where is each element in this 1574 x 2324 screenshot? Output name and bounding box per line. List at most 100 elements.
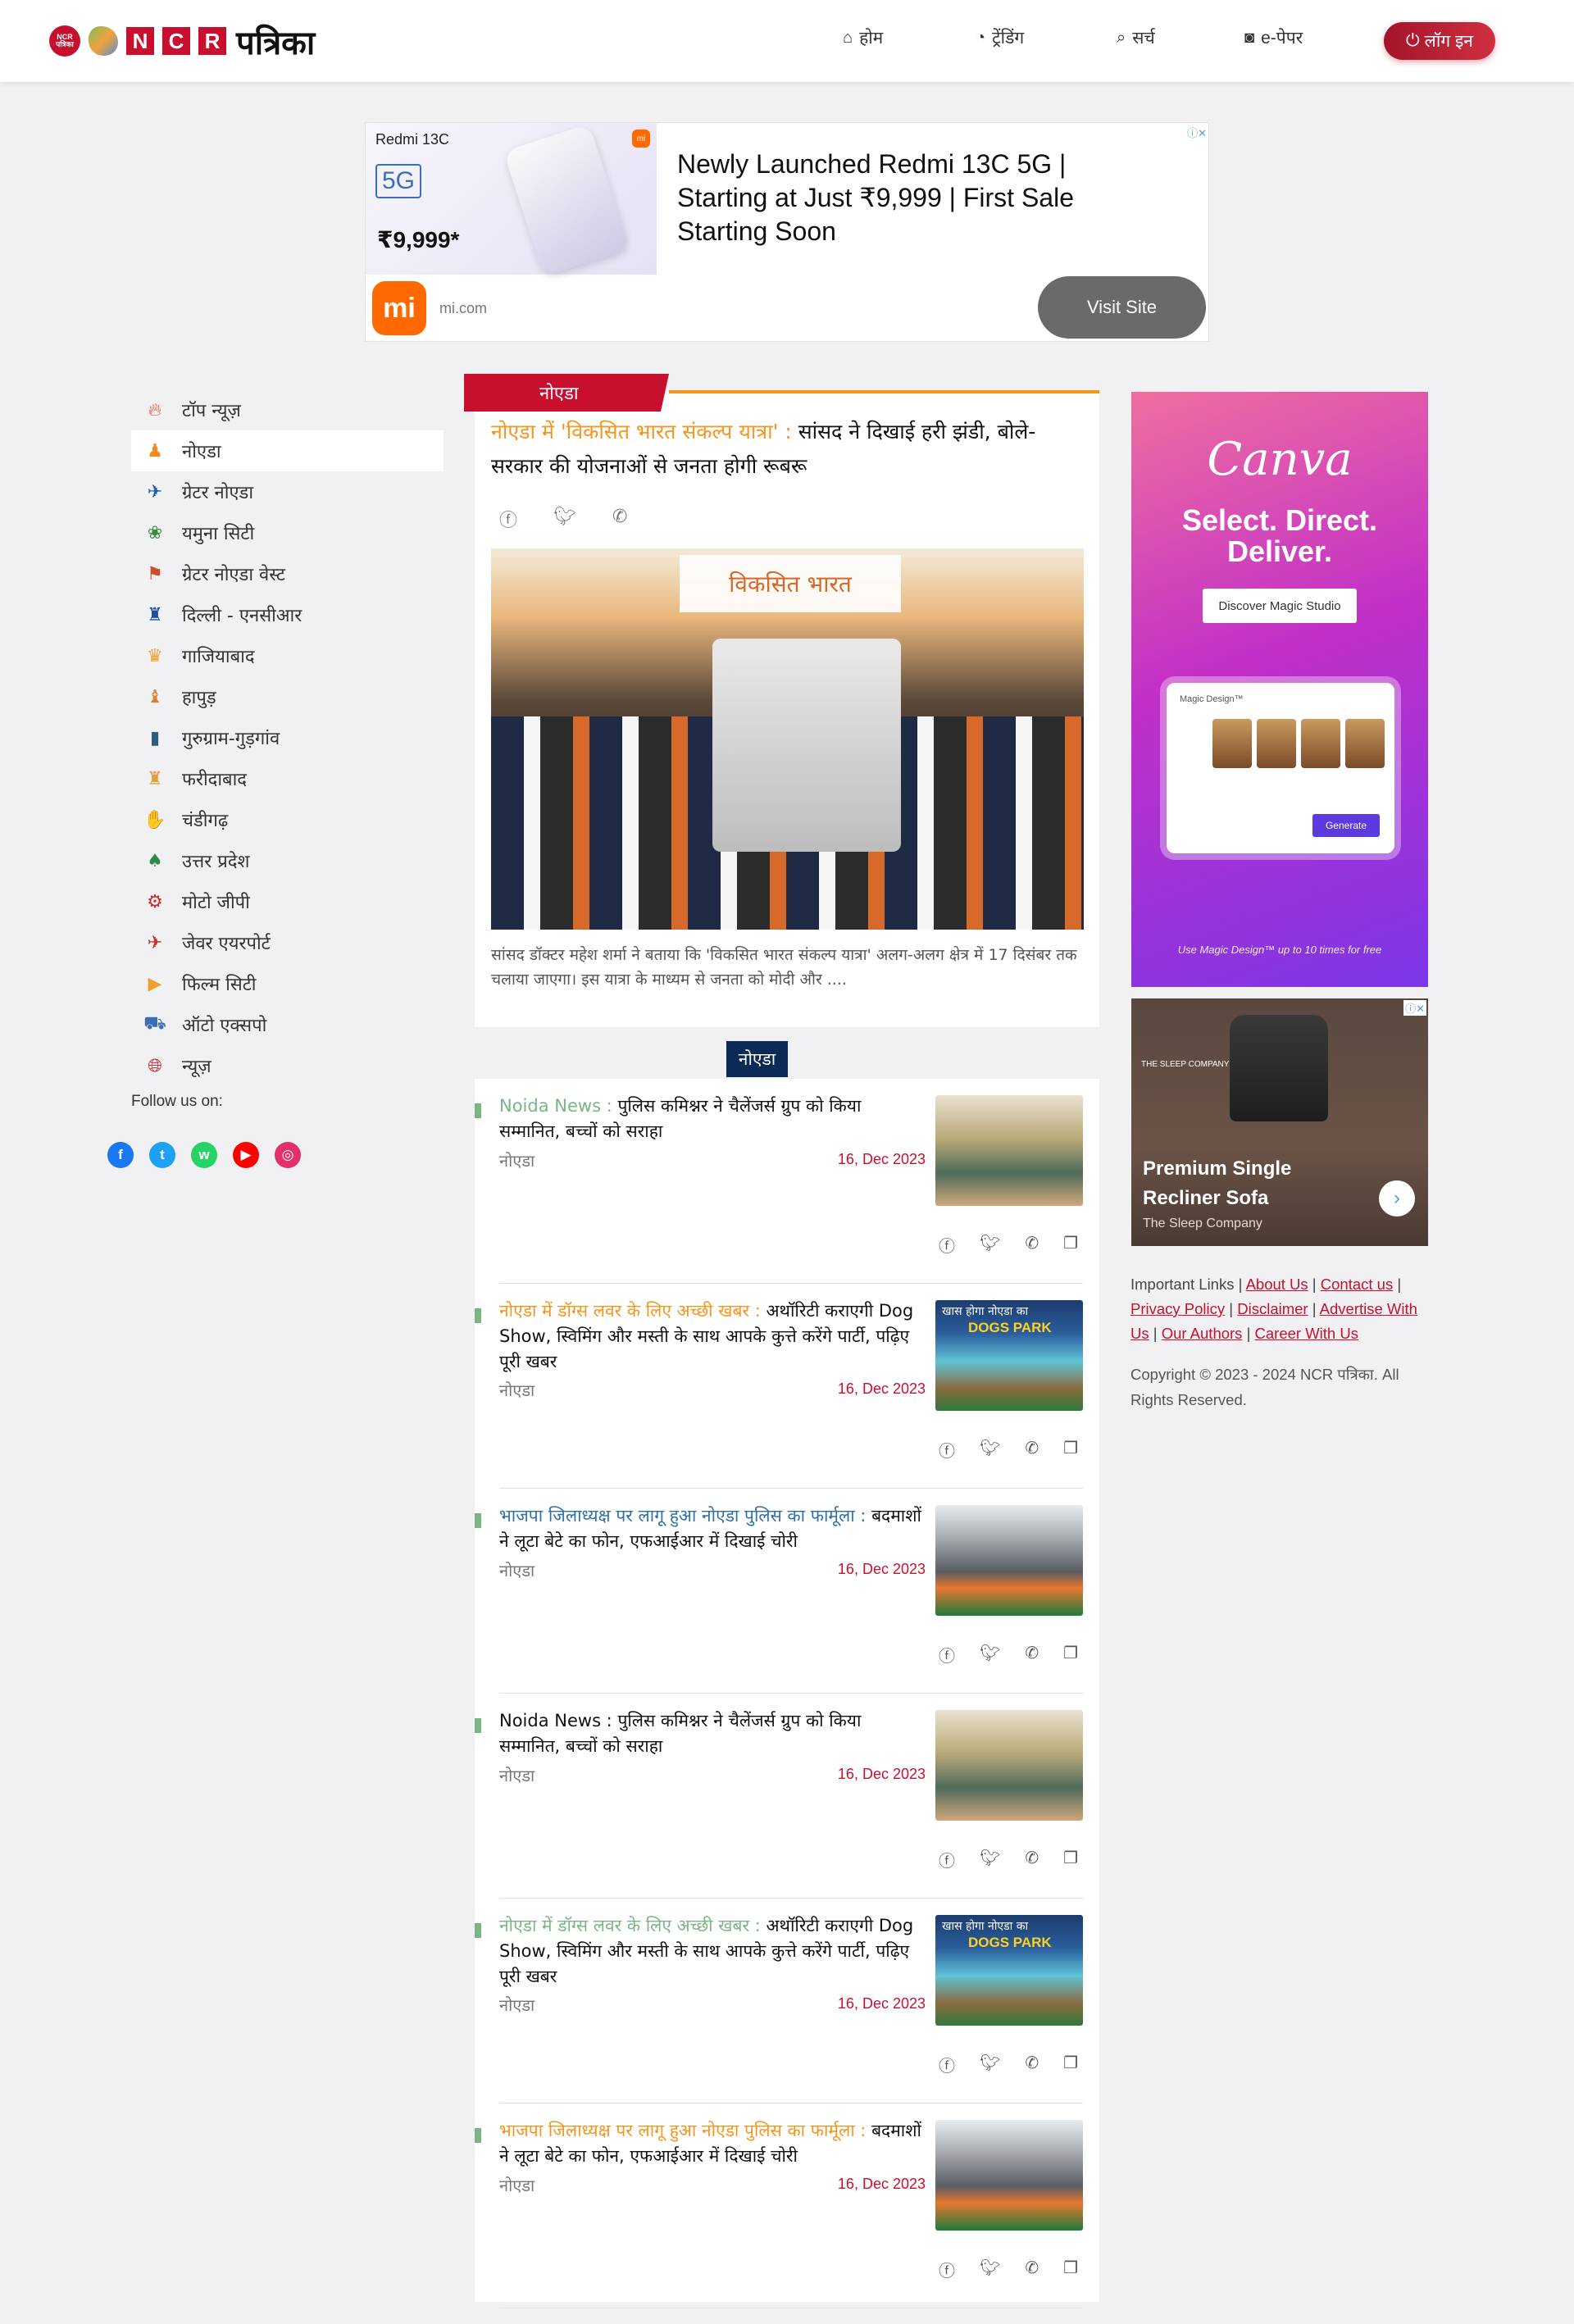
sidebar-item[interactable]: ♜ दिल्ली - एनसीआर (131, 594, 444, 635)
news-category[interactable]: नोएडा (499, 1559, 535, 1581)
news-thumbnail[interactable] (935, 1095, 1083, 1206)
copy-icon[interactable]: ❐ (1063, 2258, 1078, 2281)
whatsapp-icon[interactable]: ✆ (1025, 1233, 1039, 1257)
sidebar-item[interactable]: ♜ फरीदाबाद (131, 758, 444, 799)
nav-trending[interactable]: ◔ ट्रेंडिंग (976, 26, 1024, 49)
news-category[interactable]: नोएडा (499, 1764, 535, 1786)
facebook-icon[interactable]: ⓕ (939, 2258, 955, 2281)
news-headline[interactable]: भाजपा जिलाध्यक्ष पर लागू हुआ नोएडा पुलिस… (499, 2118, 926, 2169)
copy-icon[interactable]: ❐ (1063, 1848, 1078, 1871)
twitter-icon[interactable]: 🐦︎ (980, 1438, 1000, 1462)
twitter-icon[interactable]: 🐦︎ (980, 1848, 1000, 1871)
whatsapp-icon[interactable]: ✆ (1025, 1848, 1039, 1871)
whatsapp-icon[interactable]: w (191, 1142, 217, 1168)
list-category-tag[interactable]: नोएडा (726, 1041, 788, 1077)
news-list-item[interactable]: नोएडा में डॉग्स लवर के लिए अच्छी खबर : अ… (475, 1284, 1099, 1489)
news-date: 16, Dec 2023 (837, 1151, 926, 1167)
lead-headline[interactable]: नोएडा में 'विकसित भारत संकल्प यात्रा' : … (491, 415, 1081, 484)
whatsapp-icon[interactable]: ✆ (1025, 2258, 1039, 2281)
whatsapp-icon[interactable]: ✆ (1025, 1438, 1039, 1462)
news-list-item[interactable]: नोएडा में डॉग्स लवर के लिए अच्छी खबर : अ… (475, 1899, 1099, 2103)
copy-icon[interactable]: ❐ (1063, 1233, 1078, 1257)
link-privacy-policy[interactable]: Privacy Policy (1130, 1300, 1225, 1317)
nav-epaper[interactable]: ◙ e-पेपर (1244, 26, 1303, 49)
sidebar-item[interactable]: ✈ ग्रेटर नोएडा (131, 471, 444, 512)
news-category[interactable]: नोएडा (499, 1379, 535, 1401)
news-headline[interactable]: भाजपा जिलाध्यक्ष पर लागू हुआ नोएडा पुलिस… (499, 1503, 926, 1554)
news-list-item[interactable]: भाजपा जिलाध्यक्ष पर लागू हुआ नोएडा पुलिस… (475, 1489, 1099, 1694)
news-list-item[interactable]: Noida News : पुलिस कमिश्नर ने चैलेंजर्स … (475, 1694, 1099, 1899)
copy-icon[interactable]: ❐ (1063, 2053, 1078, 2076)
facebook-icon[interactable]: ⓕ (939, 1848, 955, 1871)
twitter-icon[interactable]: 🐦︎ (553, 506, 576, 532)
ad-close-icon[interactable]: ⓘ✕ (1403, 1000, 1426, 1016)
sidebar-item[interactable]: ▶ फिल्म सिटी (131, 963, 444, 1004)
news-list-item[interactable]: भाजपा जिलाध्यक्ष पर लागू हुआ नोएडा पुलिस… (475, 2103, 1099, 2308)
twitter-icon[interactable]: 🐦︎ (980, 2258, 1000, 2281)
twitter-icon[interactable]: t (149, 1142, 175, 1168)
news-headline-prefix: Noida News : (499, 1096, 618, 1116)
ad-visit-button[interactable]: Visit Site (1038, 276, 1206, 339)
twitter-icon[interactable]: 🐦︎ (980, 1233, 1000, 1257)
facebook-icon[interactable]: ⓕ (499, 506, 517, 532)
sidebar-item[interactable]: ⚙ मोटो जीपी (131, 881, 444, 922)
sidebar-item[interactable]: ❀ यमुना सिटी (131, 512, 444, 553)
news-category[interactable]: नोएडा (499, 1994, 535, 2016)
copy-icon[interactable]: ❐ (1063, 1643, 1078, 1667)
news-headline[interactable]: Noida News : पुलिस कमिश्नर ने चैलेंजर्स … (499, 1708, 926, 1759)
sidebar-item[interactable]: ⛟ ऑटो एक्सपो (131, 1004, 444, 1045)
link-career[interactable]: Career With Us (1255, 1325, 1358, 1342)
lead-image[interactable]: विकसित भारत (491, 548, 1084, 930)
twitter-icon[interactable]: 🐦︎ (980, 1643, 1000, 1667)
nav-home[interactable]: ⌂ होम (843, 26, 883, 49)
facebook-icon[interactable]: ⓕ (939, 2053, 955, 2076)
news-thumbnail[interactable] (935, 1710, 1083, 1821)
canva-advertisement[interactable]: Canva Select. Direct. Deliver. Discover … (1131, 392, 1428, 987)
copy-icon[interactable]: ❐ (1063, 1438, 1078, 1462)
login-button[interactable]: ⏻ लॉग इन (1384, 22, 1495, 60)
news-category[interactable]: नोएडा (499, 2174, 535, 2196)
whatsapp-icon[interactable]: ✆ (1025, 2053, 1039, 2076)
sidebar-item[interactable]: ✋ चंडीगढ़ (131, 799, 444, 840)
news-headline[interactable]: Noida News : पुलिस कमिश्नर ने चैलेंजर्स … (499, 1094, 926, 1144)
sidebar-item[interactable]: 🌐︎ न्यूज़ (131, 1045, 444, 1086)
instagram-icon[interactable]: ◎ (275, 1142, 301, 1168)
news-list-item[interactable]: Noida News : पुलिस कमिश्नर ने चैलेंजर्स … (475, 1079, 1099, 1284)
nav-search[interactable]: ⌕ सर्च (1117, 26, 1155, 49)
link-disclaimer[interactable]: Disclaimer (1237, 1300, 1308, 1317)
facebook-icon[interactable]: ⓕ (939, 1438, 955, 1462)
news-category[interactable]: नोएडा (499, 1149, 535, 1171)
sidebar-item[interactable]: ♝ हापुड़ (131, 676, 444, 717)
whatsapp-icon[interactable]: ✆ (612, 506, 627, 532)
twitter-icon[interactable]: 🐦︎ (980, 2053, 1000, 2076)
news-thumbnail[interactable]: खास होगा नोएडा का DOGS PARK (935, 1300, 1083, 1411)
sidebar-item[interactable]: ✈ जेवर एयरपोर्ट (131, 922, 444, 963)
sidebar-item[interactable]: ♟ नोएडा (131, 430, 444, 471)
facebook-icon[interactable]: ⓕ (939, 1643, 955, 1667)
news-headline[interactable]: नोएडा में डॉग्स लवर के लिए अच्छी खबर : अ… (499, 1298, 926, 1375)
news-thumbnail[interactable] (935, 1505, 1083, 1616)
sidebar-item[interactable]: ♠ उत्तर प्रदेश (131, 840, 444, 881)
sofa-advertisement[interactable]: THE SLEEP COMPANY Premium Single Recline… (1131, 998, 1428, 1246)
ad-close-icon[interactable]: ⓘ✕ (1187, 125, 1207, 140)
news-thumbnail[interactable] (935, 2120, 1083, 2231)
canva-cta-button[interactable]: Discover Magic Studio (1203, 589, 1357, 623)
site-logo[interactable]: NCR पत्रिका N C R पत्रिका (49, 23, 315, 62)
facebook-icon[interactable]: f (107, 1142, 134, 1168)
lead-category-ribbon[interactable]: नोएडा (464, 374, 669, 412)
news-thumbnail[interactable]: खास होगा नोएडा का DOGS PARK (935, 1915, 1083, 2026)
top-advertisement[interactable]: Redmi 13C 5G ₹9,999* mi Newly Launched R… (365, 122, 1209, 342)
news-headline[interactable]: नोएडा में डॉग्स लवर के लिए अच्छी खबर : अ… (499, 1913, 926, 1990)
facebook-icon[interactable]: ⓕ (939, 1233, 955, 1257)
ad-headline[interactable]: Newly Launched Redmi 13C 5G | Starting a… (677, 148, 1136, 248)
whatsapp-icon[interactable]: ✆ (1025, 1643, 1039, 1667)
link-about-us[interactable]: About Us (1246, 1276, 1308, 1293)
youtube-icon[interactable]: ▶ (233, 1142, 259, 1168)
sidebar-item[interactable]: ♛ गाजियाबाद (131, 635, 444, 676)
link-contact-us[interactable]: Contact us (1321, 1276, 1393, 1293)
sidebar-item[interactable]: ▮ गुरुग्राम-गुड़गांव (131, 717, 444, 758)
link-our-authors[interactable]: Our Authors (1162, 1325, 1243, 1342)
sidebar-item[interactable]: ⚑ ग्रेटर नोएडा वेस्ट (131, 553, 444, 594)
sidebar-item[interactable]: 🔥︎ टॉप न्यूज़ (131, 389, 444, 430)
chevron-right-icon[interactable]: › (1379, 1180, 1415, 1217)
